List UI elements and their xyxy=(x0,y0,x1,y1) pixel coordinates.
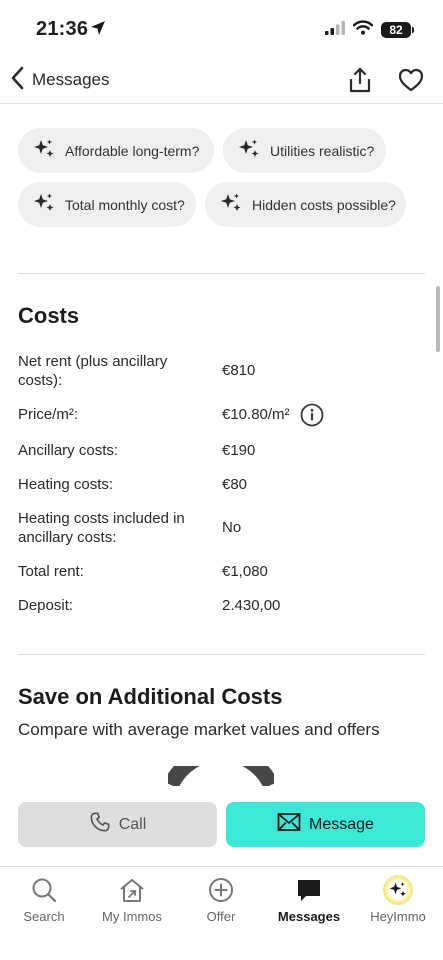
search-icon xyxy=(0,875,88,905)
cost-value-heating-included: No xyxy=(222,519,242,536)
costs-title: Costs xyxy=(18,303,80,328)
cost-label-deposit: Deposit: xyxy=(18,597,74,614)
chip-affordable-long-term[interactable]: Affordable long-term? xyxy=(18,128,214,173)
message-label: Message xyxy=(309,815,374,833)
wifi-icon xyxy=(352,20,374,40)
envelope-icon xyxy=(277,812,301,837)
battery-indicator: 82 xyxy=(381,22,414,38)
location-arrow-icon xyxy=(90,20,106,41)
cost-value-heating: €80 xyxy=(222,476,248,493)
tab-label: Messages xyxy=(277,909,341,924)
heart-icon xyxy=(397,68,425,98)
savings-gauge xyxy=(163,744,279,789)
back-label: Messages xyxy=(32,70,110,89)
sparkle-icon xyxy=(237,137,261,164)
cost-label-heating: Heating costs: xyxy=(18,476,114,493)
tab-offer[interactable]: Offer xyxy=(177,875,265,924)
tab-label: Offer xyxy=(206,909,236,924)
sparkle-icon xyxy=(32,137,56,164)
chip-utilities-realistic[interactable]: Utilities realistic? xyxy=(223,128,386,173)
tab-search[interactable]: Search xyxy=(0,875,88,924)
favorite-button[interactable] xyxy=(397,66,425,94)
sparkle-icon xyxy=(32,191,56,218)
chevron-left-icon xyxy=(10,66,24,95)
cost-label-ancillary: Ancillary costs: xyxy=(18,442,119,459)
tab-heyimmo[interactable]: HeyImmo xyxy=(354,875,442,924)
scrollbar[interactable] xyxy=(436,286,440,352)
cost-value-deposit: 2.430,00 xyxy=(222,597,281,614)
plus-circle-icon xyxy=(177,875,265,905)
divider xyxy=(18,654,425,655)
signal-icon xyxy=(325,20,345,40)
chip-label: Affordable long-term? xyxy=(65,142,200,159)
call-label: Call xyxy=(118,815,147,833)
cost-value-price-per-sqm: €10.80/m² xyxy=(222,406,290,423)
tab-messages[interactable]: Messages xyxy=(265,875,353,924)
chip-label: Hidden costs possible? xyxy=(252,196,396,213)
tab-label: My Immos xyxy=(102,909,162,924)
chip-total-monthly-cost[interactable]: Total monthly cost? xyxy=(18,182,196,227)
tab-label: Search xyxy=(23,909,65,924)
cost-label-price-per-sqm: Price/m²: xyxy=(18,406,78,423)
tab-bar: Search My Immos Offer Messages HeyImmo xyxy=(0,866,443,960)
cost-value-ancillary: €190 xyxy=(222,442,256,459)
cost-label-total-rent: Total rent: xyxy=(18,563,84,580)
cost-value-total-rent: €1,080 xyxy=(222,563,268,580)
sparkle-icon xyxy=(383,875,413,905)
tab-label: HeyImmo xyxy=(370,909,426,924)
back-button[interactable]: Messages xyxy=(10,66,109,94)
cost-label-heating-included: Heating costs included in ancillary cost… xyxy=(18,510,185,546)
cost-value-net-rent: €810 xyxy=(222,362,256,379)
savings-subtitle: Compare with average market values and o… xyxy=(18,720,380,739)
share-button[interactable] xyxy=(346,66,374,94)
chip-label: Utilities realistic? xyxy=(270,142,375,159)
home-icon xyxy=(88,875,176,905)
status-bar: 21:36 82 xyxy=(0,0,443,60)
info-icon[interactable] xyxy=(300,403,324,427)
chat-icon xyxy=(265,875,353,905)
cost-label-net-rent: Net rent (plus ancillary costs): xyxy=(18,353,168,389)
message-button[interactable]: Message xyxy=(226,802,425,847)
nav-header: Messages xyxy=(0,58,443,104)
call-button[interactable]: Call xyxy=(18,802,217,847)
status-time: 21:36 xyxy=(36,18,89,40)
share-icon xyxy=(346,67,374,98)
chip-hidden-costs-possible[interactable]: Hidden costs possible? xyxy=(205,182,406,227)
chip-label: Total monthly cost? xyxy=(65,196,185,213)
phone-icon xyxy=(89,811,111,838)
divider xyxy=(18,273,425,274)
tab-my-immos[interactable]: My Immos xyxy=(88,875,176,924)
savings-title: Save on Additional Costs xyxy=(18,684,283,709)
sparkle-icon xyxy=(219,191,243,218)
